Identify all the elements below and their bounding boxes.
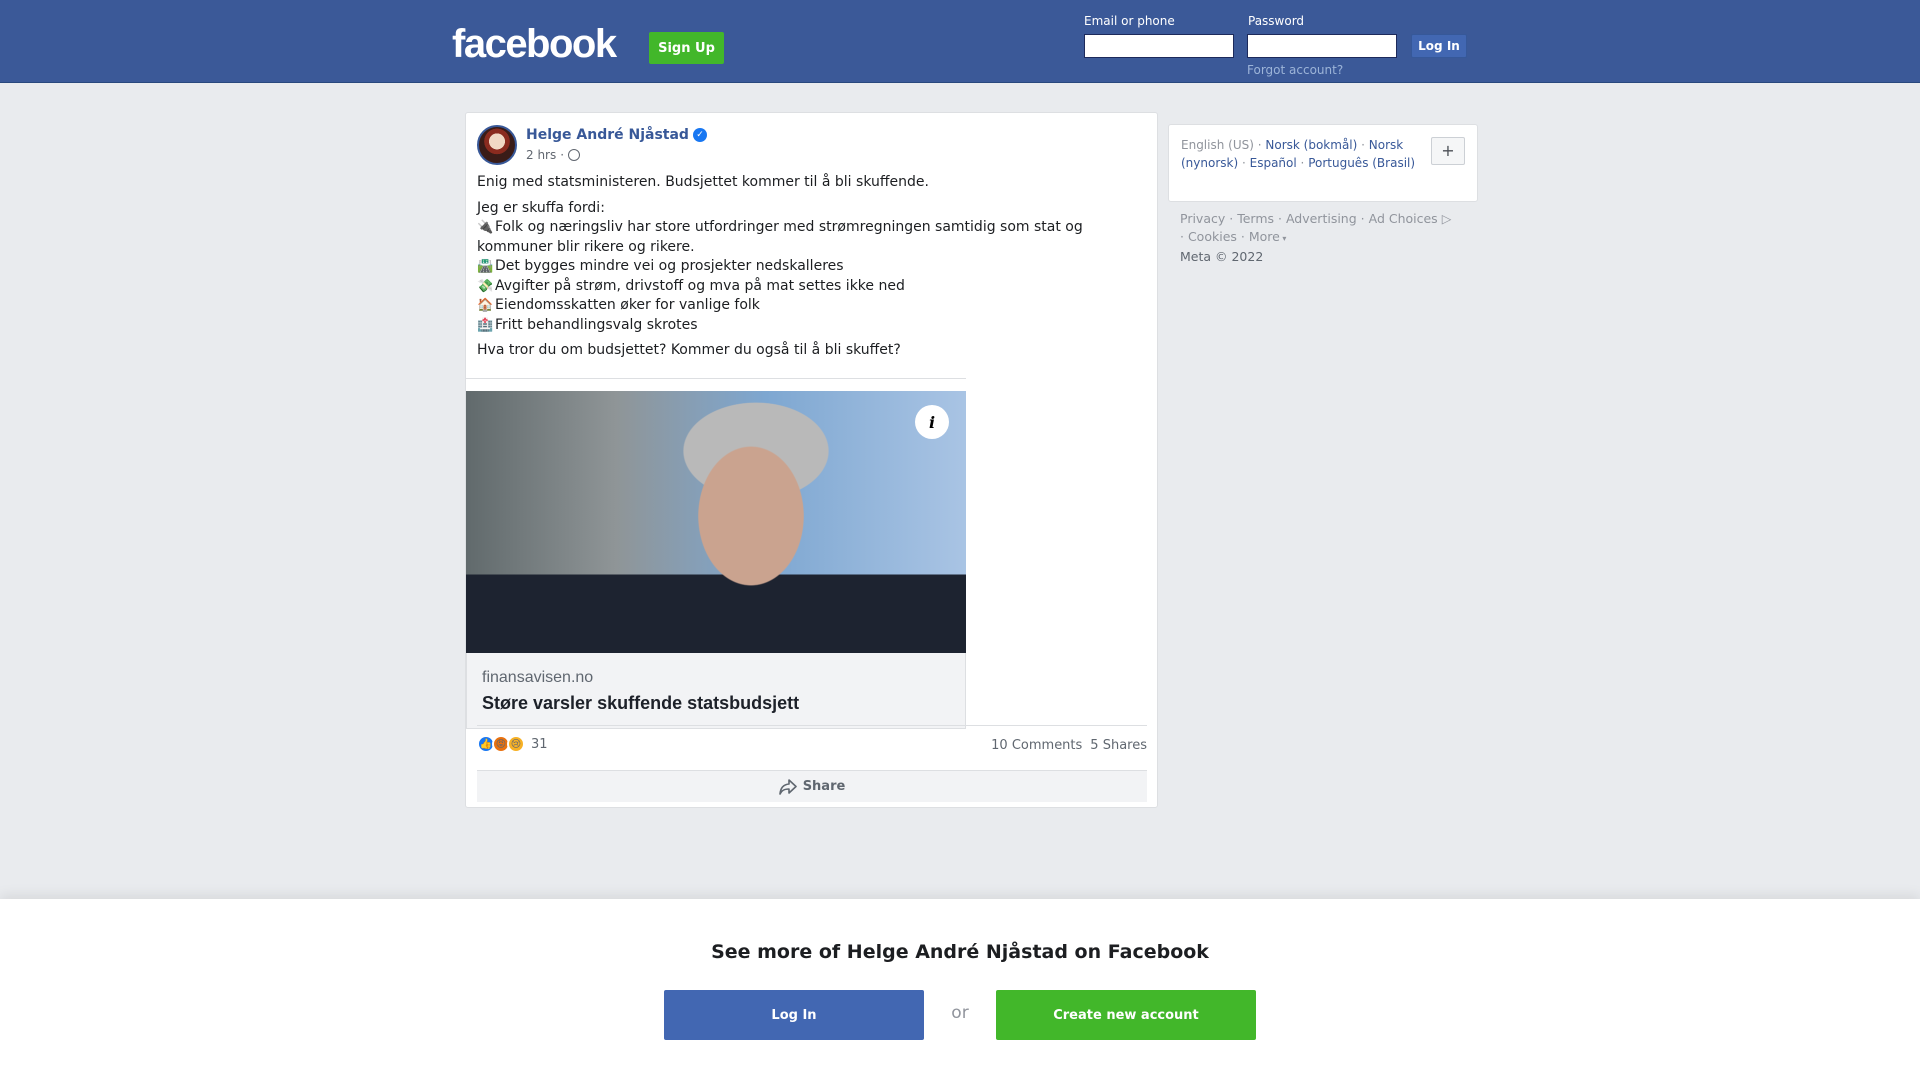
caret-down-icon: ▾ [1279,234,1287,243]
language-option[interactable]: Norsk (bokmål) [1265,138,1357,152]
footer-link-advertising[interactable]: Advertising [1286,211,1357,226]
footer-link-row: · Cookies · More ▾ [1180,228,1480,248]
reactions-summary[interactable]: 👍 😡 😢 31 [477,735,548,753]
password-label: Password [1248,14,1305,28]
password-input[interactable] [1247,34,1397,58]
link-preview[interactable]: i finansavisen.no Støre varsler skuffend… [466,378,966,729]
engagement-counts: 10 Comments 5 Shares [991,738,1147,753]
globe-icon [568,149,581,161]
list-item-text: Folk og næringsliv har store utfordringe… [477,219,1083,255]
separator: · [1180,229,1188,244]
list-item-text: Fritt behandlingsvalg skrotes [495,316,698,333]
log-in-button[interactable]: Log In [1411,34,1467,58]
sign-up-button[interactable]: Sign Up [649,32,724,64]
sad-reaction-icon: 😢 [507,735,525,753]
post-heading: Jeg er skuffa fordi: [477,199,605,216]
current-language: English (US) [1181,138,1254,152]
post-time[interactable]: 2 hrs [526,148,556,162]
reaction-count: 31 [531,736,548,752]
create-account-button[interactable]: Create new account [996,990,1256,1040]
author-name[interactable]: Helge André Njåstad [526,127,689,143]
list-item: 🏠 Eiendomsskatten øker for vanlige folk [477,296,1137,316]
list-item-text: Det bygges mindre vei og prosjekter neds… [495,258,844,274]
plug-icon: 🔌 [477,220,494,235]
more-languages-button[interactable]: + [1431,137,1465,165]
link-title: Støre varsler skuffende statsbudsjett [482,693,800,713]
footer-link-privacy[interactable]: Privacy [1180,211,1225,226]
list-item-text: Avgifter på strøm, drivstoff og mva på m… [495,277,905,294]
link-preview-footer[interactable]: finansavisen.no Støre varsler skuffende … [466,653,966,729]
author-avatar[interactable] [477,125,517,165]
link-preview-image[interactable]: i [466,391,966,653]
post-intro: Enig med statsministeren. Budsjettet kom… [477,174,929,190]
separator: · [1240,229,1249,244]
post-author: Helge André Njåstad ✓ [526,127,707,143]
share-icon [778,778,797,795]
separator: · [1278,211,1286,226]
link-domain: finansavisen.no [482,669,594,686]
separator: · [1360,211,1369,226]
list-item: 🔌 Folk og næringsliv har store utfordring… [477,218,1137,257]
separator: · [1361,138,1369,152]
share-label: Share [802,779,846,794]
info-icon[interactable]: i [915,405,949,439]
money-icon: 💸 [477,278,494,294]
bottom-log-in-button[interactable]: Log In [664,990,924,1040]
email-input[interactable] [1084,34,1234,58]
or-label: or [951,1003,969,1023]
more-label: More [1248,229,1280,244]
list-item: 🏥 Fritt behandlingsvalg skrotes [477,316,1137,336]
list-item: 🛣️ Det bygges mindre vei og prosjekter ne… [477,257,1137,277]
language-selector: English (US) · Norsk (bokmål) · Norsk (n… [1168,124,1478,202]
post-question: Hva tror du om budsjettet? Kommer du ogs… [477,342,901,358]
list-item-text: Eiendomsskatten øker for vanlige folk [495,297,760,313]
language-option[interactable]: Português (Brasil) [1308,156,1415,170]
email-label: Email or phone [1084,14,1175,28]
separator: · [1241,155,1250,170]
comments-count[interactable]: 10 Comments [991,738,1082,753]
footer-link-more[interactable]: More ▾ [1249,229,1287,244]
language-list: English (US) · Norsk (bokmål) · Norsk (n… [1181,137,1421,172]
road-icon: 🛣️ [477,259,494,274]
top-navigation-bar: facebook Sign Up Email or phone Password… [0,0,1920,83]
footer-link-terms[interactable]: Terms [1237,211,1274,226]
login-prompt-title: See more of Helge André Njåstad on Faceb… [711,941,1209,963]
post-stats: 👍 😡 😢 31 10 Comments 5 Shares [477,725,1147,759]
ad-choices-label: Ad Choices [1368,211,1438,226]
meta-separator: · [560,148,565,162]
footer-link-row: Privacy · Terms · Advertising · Ad Choic… [1180,210,1480,228]
footer-link-ad-choices[interactable]: Ad Choices ▷ [1369,211,1452,226]
post-list: Jeg er skuffa fordi: 🔌 Folk og næringsliv… [477,199,1137,336]
footer-link-cookies[interactable]: Cookies [1188,229,1237,244]
separator: · [1229,211,1238,226]
shares-count[interactable]: 5 Shares [1090,738,1147,753]
post-card: Helge André Njåstad ✓ 2 hrs · Enig med s… [465,112,1158,808]
language-option[interactable]: Español [1250,156,1297,170]
footer-links: Privacy · Terms · Advertising · Ad Choic… [1180,210,1480,266]
forgot-account-link[interactable]: Forgot account? [1247,63,1343,77]
ad-choices-icon: ▷ [1441,211,1452,226]
hospital-icon: 🏥 [477,317,494,333]
post-meta: 2 hrs · [526,148,581,162]
share-button[interactable]: Share [477,770,1147,802]
post-body: Enig med statsministeren. Budsjettet kom… [477,173,1137,367]
verified-badge-icon: ✓ [692,128,707,142]
facebook-logo[interactable]: facebook [452,22,617,67]
house-icon: 🏠 [477,298,494,313]
login-prompt-sheet: See more of Helge André Njåstad on Faceb… [0,899,1920,1080]
list-item: 💸 Avgifter på strøm, drivstoff og mva på … [477,277,1137,297]
copyright: Meta © 2022 [1180,249,1264,264]
